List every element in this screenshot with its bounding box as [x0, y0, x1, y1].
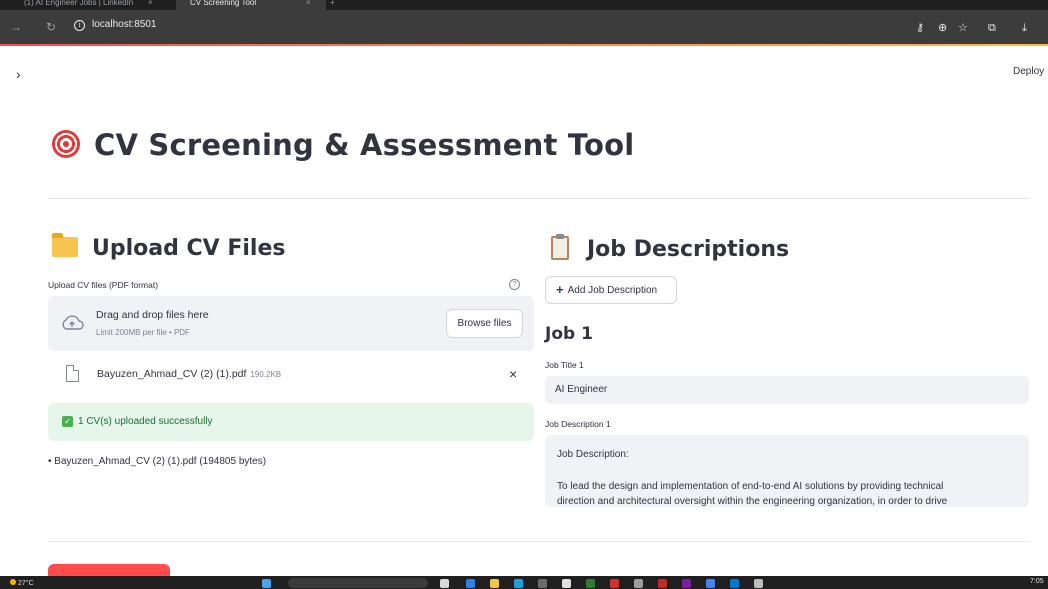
help-icon[interactable]: ?	[509, 279, 520, 290]
file-icon	[66, 365, 79, 382]
taskbar-search[interactable]	[288, 578, 428, 588]
job-description-label: Job Description 1	[545, 419, 611, 429]
browser-toolbar: → ↻ i localhost:8501 ⚷ ⊕ ☆ ⧉ ⤓	[0, 10, 1048, 45]
weather-widget[interactable]: 27°C	[10, 579, 34, 587]
uploaded-file-size: 190.2KB	[250, 370, 282, 379]
uploaded-file-name: Bayuzen_Ahmad_CV (2) (1).pdf 190.2KB	[97, 368, 281, 380]
app-icon[interactable]	[682, 579, 691, 588]
job-description-line: direction and architectural oversight wi…	[557, 496, 948, 507]
job-description-textarea[interactable]: Job Description: To lead the design and …	[545, 435, 1029, 507]
cloud-upload-icon	[62, 315, 84, 330]
edge-icon[interactable]	[466, 579, 475, 588]
job-heading: Job 1	[545, 324, 593, 344]
folder-icon	[52, 233, 78, 257]
job-title-value: AI Engineer	[555, 384, 608, 395]
tab-close-icon[interactable]: ×	[148, 0, 153, 7]
check-icon: ✓	[62, 416, 73, 427]
clipboard-icon	[551, 234, 569, 260]
app-icon[interactable]	[586, 579, 595, 588]
start-icon[interactable]	[262, 579, 271, 588]
uploaded-file-name-text: Bayuzen_Ahmad_CV (2) (1).pdf	[97, 368, 247, 380]
file-dropzone[interactable]: Drag and drop files here Limit 200MB per…	[48, 296, 534, 351]
download-icon[interactable]: ⤓	[1022, 23, 1027, 34]
forward-icon[interactable]: →	[10, 20, 22, 34]
app-icon[interactable]	[754, 579, 763, 588]
page-title: CV Screening & Assessment Tool	[52, 128, 634, 162]
url-text: localhost:8501	[92, 19, 157, 30]
app-icon[interactable]	[514, 579, 523, 588]
jobs-heading-text: Job Descriptions	[587, 237, 790, 262]
plus-icon: +	[556, 282, 564, 297]
upload-heading: Upload CV Files	[52, 233, 286, 261]
address-bar[interactable]: i localhost:8501	[64, 15, 1044, 37]
add-job-description-button[interactable]: + Add Job Description	[545, 276, 677, 304]
job-description-line: To lead the design and implementation of…	[557, 481, 944, 492]
browser-tab-active[interactable]: CV Screening Tool	[176, 0, 326, 10]
success-alert: ✓ 1 CV(s) uploaded successfully	[48, 403, 534, 441]
divider	[48, 198, 1030, 199]
success-message: 1 CV(s) uploaded successfully	[78, 416, 213, 427]
uploader-label: Upload CV files (PDF format)	[48, 280, 159, 290]
uploaded-list-item: • Bayuzen_Ahmad_CV (2) (1).pdf (194805 b…	[48, 456, 267, 467]
target-icon	[52, 130, 80, 158]
weather-temperature: 27°C	[18, 580, 34, 587]
bookmark-star-icon[interactable]: ☆	[958, 23, 968, 34]
app-icon[interactable]	[538, 579, 547, 588]
app-icon[interactable]	[610, 579, 619, 588]
app-icon[interactable]	[562, 579, 571, 588]
os-taskbar: 27°C 7:05	[0, 576, 1048, 589]
dropzone-subtitle: Limit 200MB per file • PDF	[96, 328, 190, 337]
browser-tabstrip: (1) AI Engineer Jobs | LinkedIn CV Scree…	[0, 0, 1048, 10]
job-title-input[interactable]: AI Engineer	[545, 376, 1029, 404]
vscode-icon[interactable]	[730, 579, 739, 588]
add-job-description-label: Add Job Description	[567, 285, 658, 296]
password-key-icon[interactable]: ⚷	[916, 23, 924, 34]
app-icon[interactable]	[634, 579, 643, 588]
uploaded-file-row: Bayuzen_Ahmad_CV (2) (1).pdf 190.2KB ×	[48, 360, 534, 390]
divider	[48, 541, 1030, 542]
new-tab-button[interactable]: +	[330, 0, 335, 7]
sidebar-expand-icon[interactable]: ›	[16, 66, 21, 82]
remove-file-icon[interactable]: ×	[509, 366, 517, 382]
extensions-icon[interactable]: ⧉	[988, 23, 996, 34]
dropzone-title: Drag and drop files here	[96, 309, 209, 321]
page-title-text: CV Screening & Assessment Tool	[94, 128, 635, 162]
chrome-icon[interactable]	[706, 579, 715, 588]
jobs-heading: Job Descriptions	[551, 234, 790, 262]
job-description-line: Job Description:	[557, 449, 629, 460]
app-header-decoration	[0, 44, 1048, 46]
taskbar-clock: 7:05	[1030, 578, 1044, 585]
deploy-button[interactable]: Deploy	[1013, 66, 1044, 77]
zoom-icon[interactable]: ⊕	[938, 23, 947, 34]
browse-files-button[interactable]: Browse files	[446, 309, 523, 338]
site-info-icon[interactable]: i	[74, 20, 85, 31]
upload-heading-text: Upload CV Files	[92, 236, 286, 261]
file-explorer-icon[interactable]	[490, 579, 499, 588]
reload-icon[interactable]: ↻	[46, 20, 56, 34]
job-title-label: Job Title 1	[545, 360, 584, 370]
sun-icon	[10, 579, 16, 585]
task-view-icon[interactable]	[440, 579, 449, 588]
app-icon[interactable]	[658, 579, 667, 588]
tab-close-icon[interactable]: ×	[306, 0, 311, 7]
